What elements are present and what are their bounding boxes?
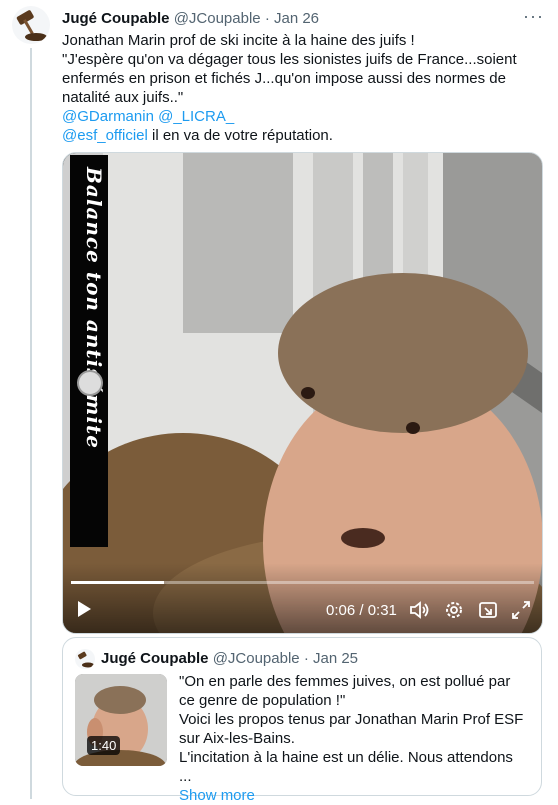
- time-display: 0:06 / 0:31: [326, 602, 397, 619]
- progress-bar[interactable]: [71, 581, 534, 584]
- tweet-line-end: il en va de votre réputation.: [147, 127, 333, 144]
- author-name[interactable]: Jugé Coupable: [62, 10, 170, 27]
- video-frame: [63, 153, 542, 633]
- quote-header: Jugé Coupable @JCoupable · Jan 25: [101, 650, 358, 668]
- quote-author-handle[interactable]: @JCoupable: [213, 650, 300, 667]
- quote-line: Voici les propos tenus par Jonathan Mari…: [179, 711, 524, 747]
- overlay-banner: Balance ton antisémite: [70, 155, 108, 547]
- quote-video-duration: 1:40: [87, 736, 121, 755]
- author-avatar[interactable]: [12, 6, 50, 44]
- mentions-link[interactable]: @GDarmanin @_LICRA_: [62, 108, 234, 125]
- author-handle[interactable]: @JCoupable: [174, 10, 261, 27]
- quote-line: L'incitation à la haine est un délie. No…: [179, 749, 513, 785]
- quote-line: "On en parle des femmes juives, on est p…: [179, 673, 511, 709]
- fullscreen-icon[interactable]: [510, 599, 532, 623]
- quote-separator: ·: [303, 650, 309, 667]
- tweet-date[interactable]: Jan 26: [274, 10, 319, 27]
- pip-icon[interactable]: [477, 599, 499, 623]
- banner-text: Balance ton antisémite: [82, 167, 106, 449]
- more-options-icon[interactable]: ···: [523, 6, 544, 27]
- quoted-tweet[interactable]: Jugé Coupable @JCoupable · Jan 25 1:40 "…: [62, 637, 542, 804]
- play-icon[interactable]: [75, 599, 93, 623]
- tweet-line: "J'espère qu'on va dégager tous les sion…: [62, 51, 517, 106]
- mention-esf-link[interactable]: @esf_officiel: [62, 127, 148, 144]
- banner-logo-icon: [77, 370, 103, 396]
- quote-author-name[interactable]: Jugé Coupable: [101, 650, 209, 667]
- show-more-link[interactable]: Show more: [179, 787, 255, 804]
- settings-icon[interactable]: [443, 599, 465, 623]
- separator: ·: [264, 10, 270, 27]
- quote-text: "On en parle des femmes juives, on est p…: [179, 672, 529, 805]
- quote-date[interactable]: Jan 25: [313, 650, 358, 667]
- tweet-text: Jonathan Marin prof de ski incite à la h…: [62, 31, 542, 145]
- tweet-header: Jugé Coupable @JCoupable · Jan 26: [62, 10, 319, 28]
- quote-video-thumbnail[interactable]: 1:40: [75, 674, 167, 766]
- tweet: Jugé Coupable @JCoupable · Jan 26 ··· Jo…: [0, 0, 558, 804]
- volume-icon[interactable]: [409, 599, 431, 623]
- progress-fill: [71, 581, 164, 584]
- tweet-line: Jonathan Marin prof de ski incite à la h…: [62, 32, 415, 49]
- thread-line: [30, 48, 32, 799]
- quote-author-avatar[interactable]: [75, 649, 95, 669]
- controls-overlay: [63, 563, 542, 633]
- video-player[interactable]: Balance ton antisémite 0:06 / 0:31: [62, 152, 543, 634]
